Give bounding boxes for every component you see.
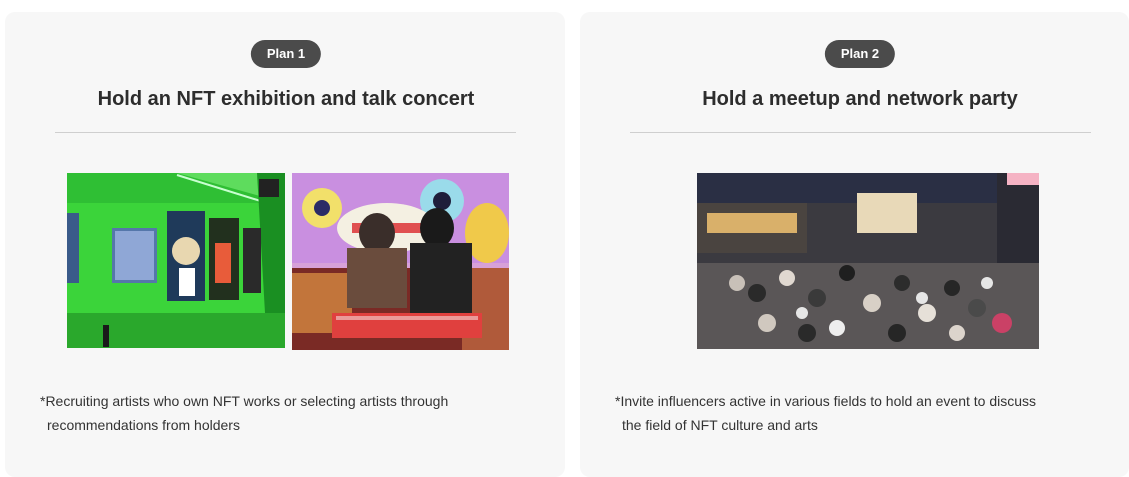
plan-2-note-line-1: *Invite influencers active in various fi… <box>615 393 1037 409</box>
network-party-photo <box>697 173 1039 349</box>
plan-2-note: *Invite influencers active in various fi… <box>615 389 1115 437</box>
plan-2-divider <box>630 132 1091 133</box>
plan-1-note-line-1: *Recruiting artists who own NFT works or… <box>40 393 449 409</box>
plan-1-note-line-2: recommendations from holders <box>47 417 240 433</box>
plan-2-card: Plan 2 Hold a meetup and network party *… <box>580 12 1129 477</box>
plan-2-note-line-2: the field of NFT culture and arts <box>622 417 818 433</box>
plan-1-badge: Plan 1 <box>250 40 322 68</box>
plan-1-note: *Recruiting artists who own NFT works or… <box>40 389 540 437</box>
nft-exhibition-photo <box>67 173 285 348</box>
plan-1-divider <box>55 132 516 133</box>
plan-2-title: Hold a meetup and network party <box>702 88 1018 110</box>
talk-concert-photo <box>292 173 509 350</box>
plan-1-title: Hold an NFT exhibition and talk concert <box>97 88 475 110</box>
plan-2-badge: Plan 2 <box>824 40 896 68</box>
plan-1-card: Plan 1 Hold an NFT exhibition and talk c… <box>5 12 565 477</box>
